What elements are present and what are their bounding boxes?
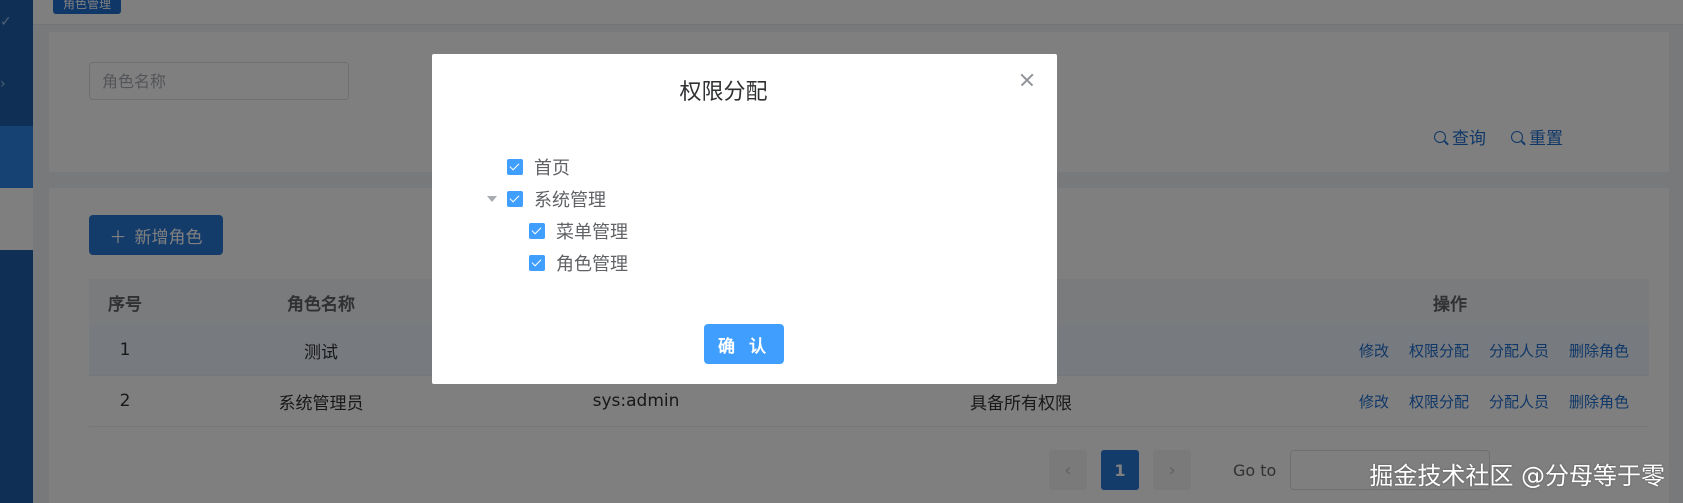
tree-node-label: 系统管理 <box>534 190 606 211</box>
close-icon[interactable] <box>1017 70 1037 90</box>
tree-node-role[interactable]: 角色管理 <box>529 250 628 276</box>
tree-node-home[interactable]: 首页 <box>507 154 570 180</box>
tree-node-system[interactable]: 系统管理 <box>507 186 606 212</box>
tree-node-label: 首页 <box>534 158 570 179</box>
checkbox-checked[interactable] <box>507 191 523 207</box>
checkbox-checked[interactable] <box>507 159 523 175</box>
tree-node-menu[interactable]: 菜单管理 <box>529 218 628 244</box>
checkbox-checked[interactable] <box>529 255 545 271</box>
tree-node-label: 菜单管理 <box>556 222 628 243</box>
confirm-button[interactable]: 确 认 <box>704 324 784 364</box>
caret-down-icon[interactable] <box>487 196 497 202</box>
checkbox-checked[interactable] <box>529 223 545 239</box>
permission-dialog: 权限分配 首页 系统管理 菜单管理 角色管理 确 认 <box>432 54 1057 384</box>
dialog-title: 权限分配 <box>679 80 768 105</box>
watermark: 掘金技术社区 @分母等于零 <box>1369 462 1665 490</box>
tree-node-label: 角色管理 <box>556 254 628 275</box>
